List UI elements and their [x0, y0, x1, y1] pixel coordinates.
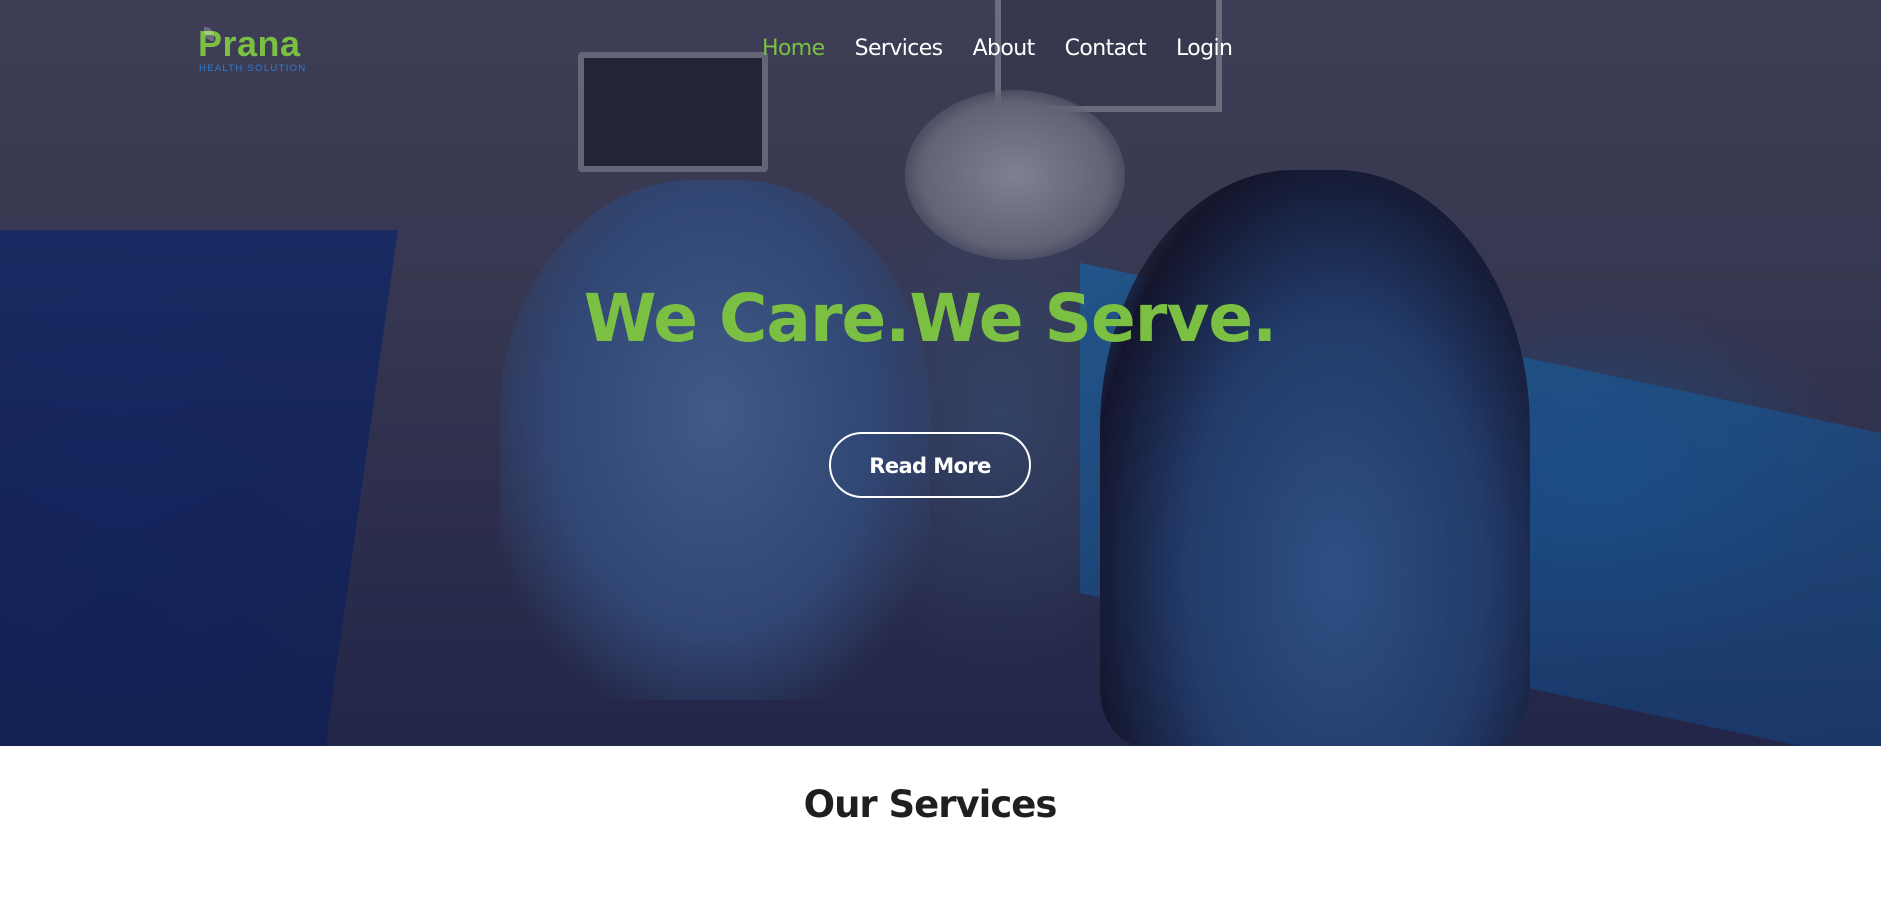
logo-tagline: HEALTH SOLUTION: [199, 63, 307, 74]
logo-wordmark: Prana: [198, 23, 301, 64]
nav-link-about[interactable]: About: [973, 34, 1036, 64]
hero-dark-overlay: [0, 0, 1881, 746]
nav-link-contact[interactable]: Contact: [1065, 34, 1147, 64]
hero-section: Prana HEALTH SOLUTION Home Services Abou…: [0, 0, 1881, 746]
nav-link-services[interactable]: Services: [855, 34, 944, 64]
hero-title: We Care.We Serve.: [583, 280, 1277, 357]
read-more-button[interactable]: Read More: [829, 432, 1031, 498]
nav-link-home[interactable]: Home: [762, 34, 825, 64]
nav-link-login[interactable]: Login: [1176, 34, 1233, 64]
site-logo[interactable]: Prana HEALTH SOLUTION: [198, 24, 338, 76]
services-section-title: Our Services: [803, 783, 1058, 826]
main-navigation: Home Services About Contact Login: [762, 34, 1262, 64]
